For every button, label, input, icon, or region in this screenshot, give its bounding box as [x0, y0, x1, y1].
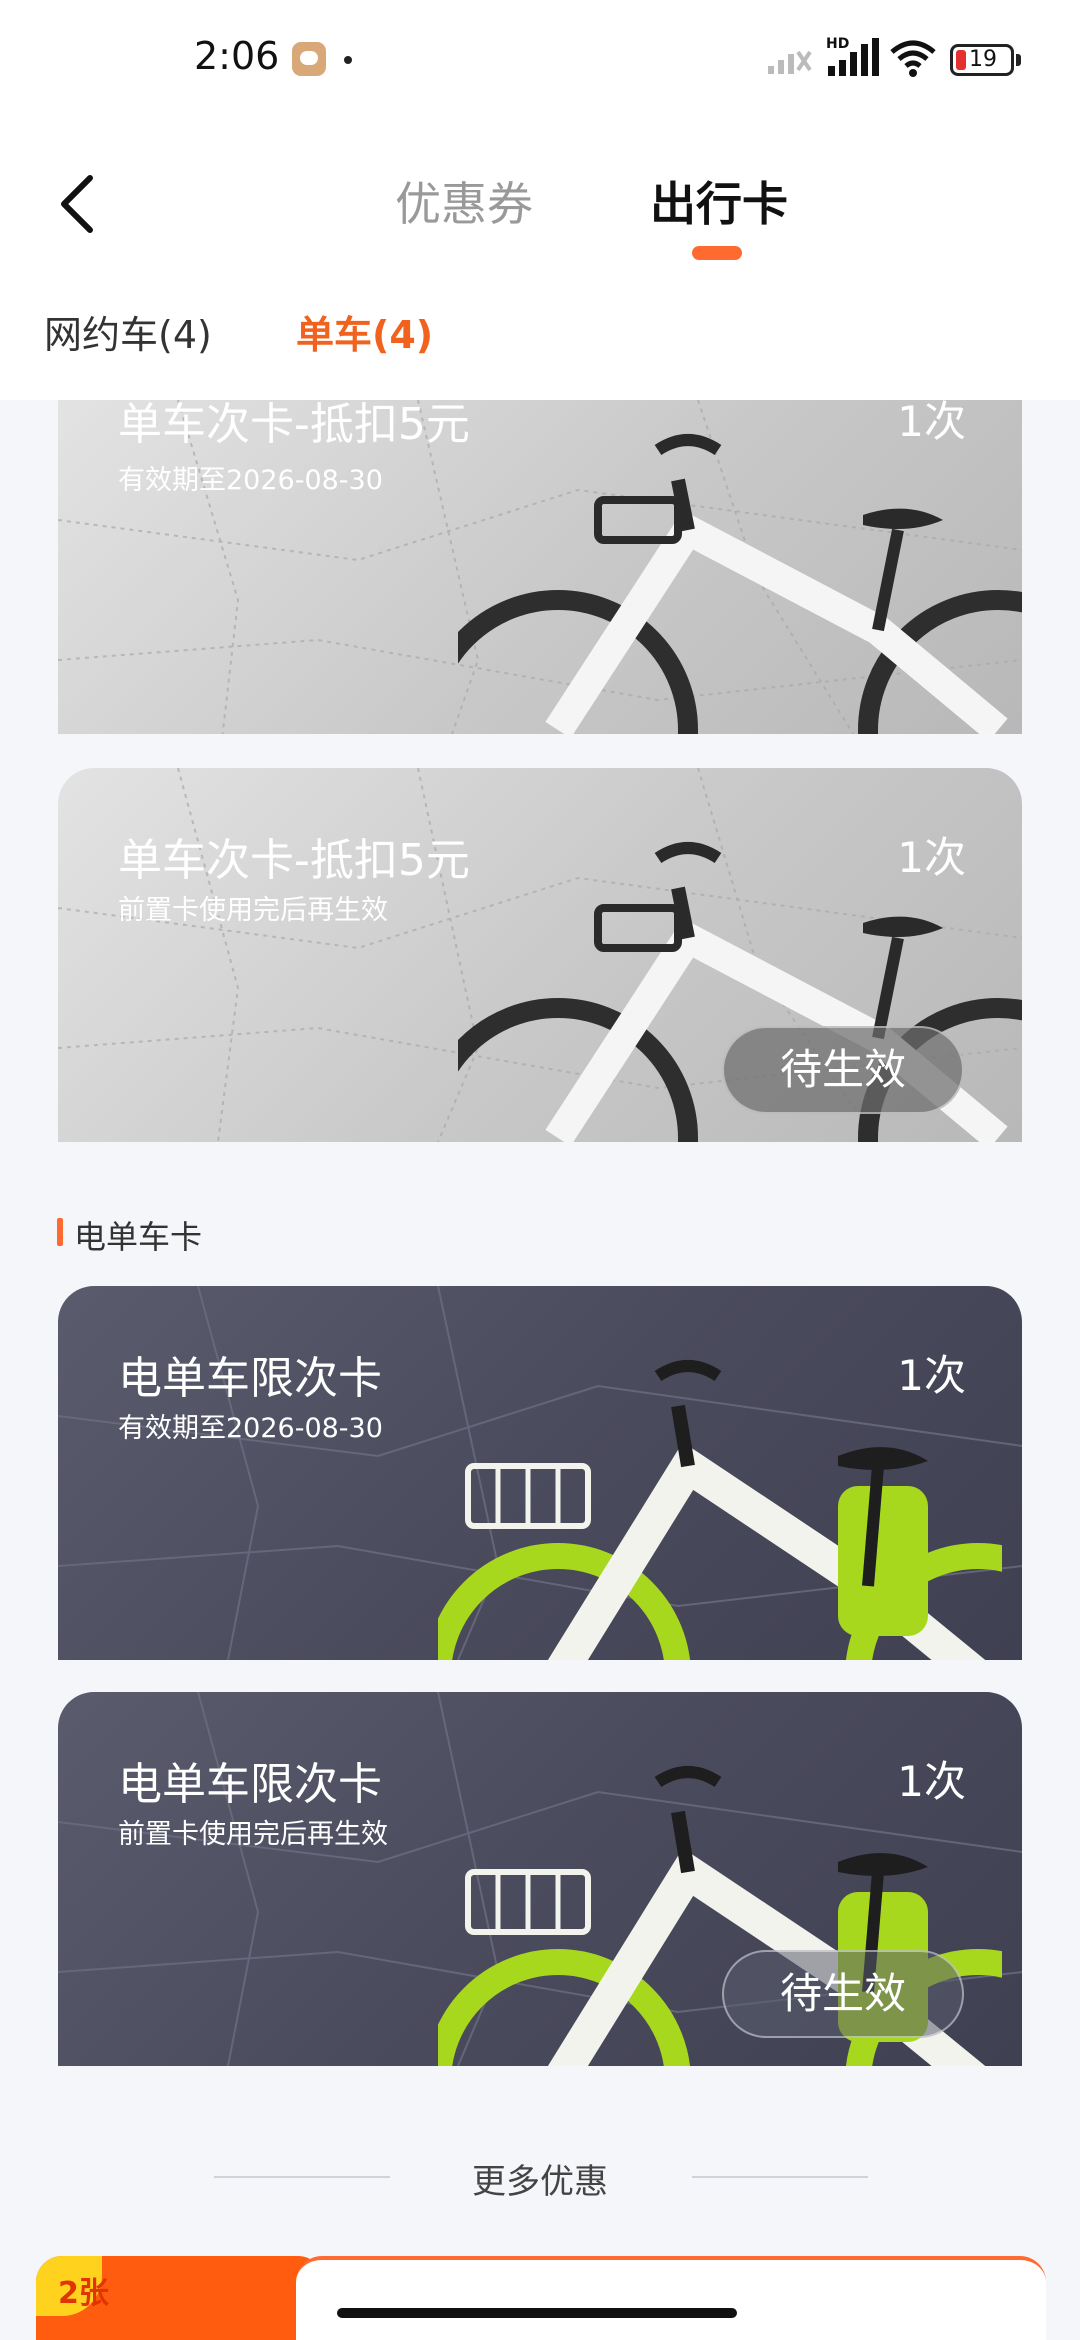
section-accent-bar [57, 1218, 63, 1246]
status-bar: 2:06 HD 19 [0, 0, 1080, 120]
card-title: 单车次卡-抵扣5元 [118, 835, 470, 886]
message-icon [292, 42, 326, 76]
promo-body [296, 2256, 1046, 2340]
signal-icon [768, 50, 812, 74]
battery-level: 19 [969, 47, 997, 72]
bike-card-pending[interactable]: 单车次卡-抵扣5元 前置卡使用完后再生效 1次 待生效 [58, 768, 1022, 1142]
wifi-icon [890, 40, 936, 77]
promo-banner[interactable]: 2张 [36, 2256, 1046, 2340]
card-count: 1次 [897, 1351, 966, 1400]
card-count: 1次 [897, 400, 966, 446]
home-indicator[interactable] [337, 2308, 737, 2318]
pending-badge: 待生效 [722, 1026, 964, 1114]
more-offers-label[interactable]: 更多优惠 [472, 2154, 608, 2203]
tab-coupons[interactable]: 优惠券 [395, 168, 533, 234]
card-title: 电单车限次卡 [118, 1353, 382, 1404]
card-note: 前置卡使用完后再生效 [118, 895, 388, 926]
bike-card[interactable]: 单车次卡-抵扣5元 有效期至2026-08-30 1次 [58, 400, 1022, 734]
tab-travel-cards[interactable]: 出行卡 [650, 168, 788, 234]
card-title: 电单车限次卡 [118, 1759, 382, 1810]
back-button[interactable] [50, 172, 106, 236]
status-time: 2:06 [194, 34, 280, 78]
signal-strong-icon [828, 38, 879, 76]
card-count: 1次 [897, 1757, 966, 1806]
section-title: 电单车卡 [74, 1218, 203, 1256]
subtab-bike[interactable]: 单车(4) [296, 304, 433, 359]
divider-right [692, 2176, 868, 2178]
pending-badge: 待生效 [722, 1950, 964, 2038]
battery-icon: 19 [950, 44, 1014, 76]
divider-left [214, 2176, 390, 2178]
active-tab-indicator [692, 246, 742, 260]
bike-image [458, 434, 1022, 734]
card-note: 前置卡使用完后再生效 [118, 1819, 388, 1850]
card-validity: 有效期至2026-08-30 [118, 465, 383, 496]
card-count: 1次 [897, 833, 966, 882]
subtab-ride-hailing[interactable]: 网约车(4) [44, 304, 212, 359]
card-validity: 有效期至2026-08-30 [118, 1413, 383, 1444]
notification-dot [344, 56, 352, 64]
promo-count: 2张 [58, 2276, 109, 2311]
card-title: 单车次卡-抵扣5元 [118, 400, 470, 450]
ebike-card[interactable]: 电单车限次卡 有效期至2026-08-30 1次 [58, 1286, 1022, 1660]
ebike-card-pending[interactable]: 电单车限次卡 前置卡使用完后再生效 1次 待生效 [58, 1692, 1022, 2066]
